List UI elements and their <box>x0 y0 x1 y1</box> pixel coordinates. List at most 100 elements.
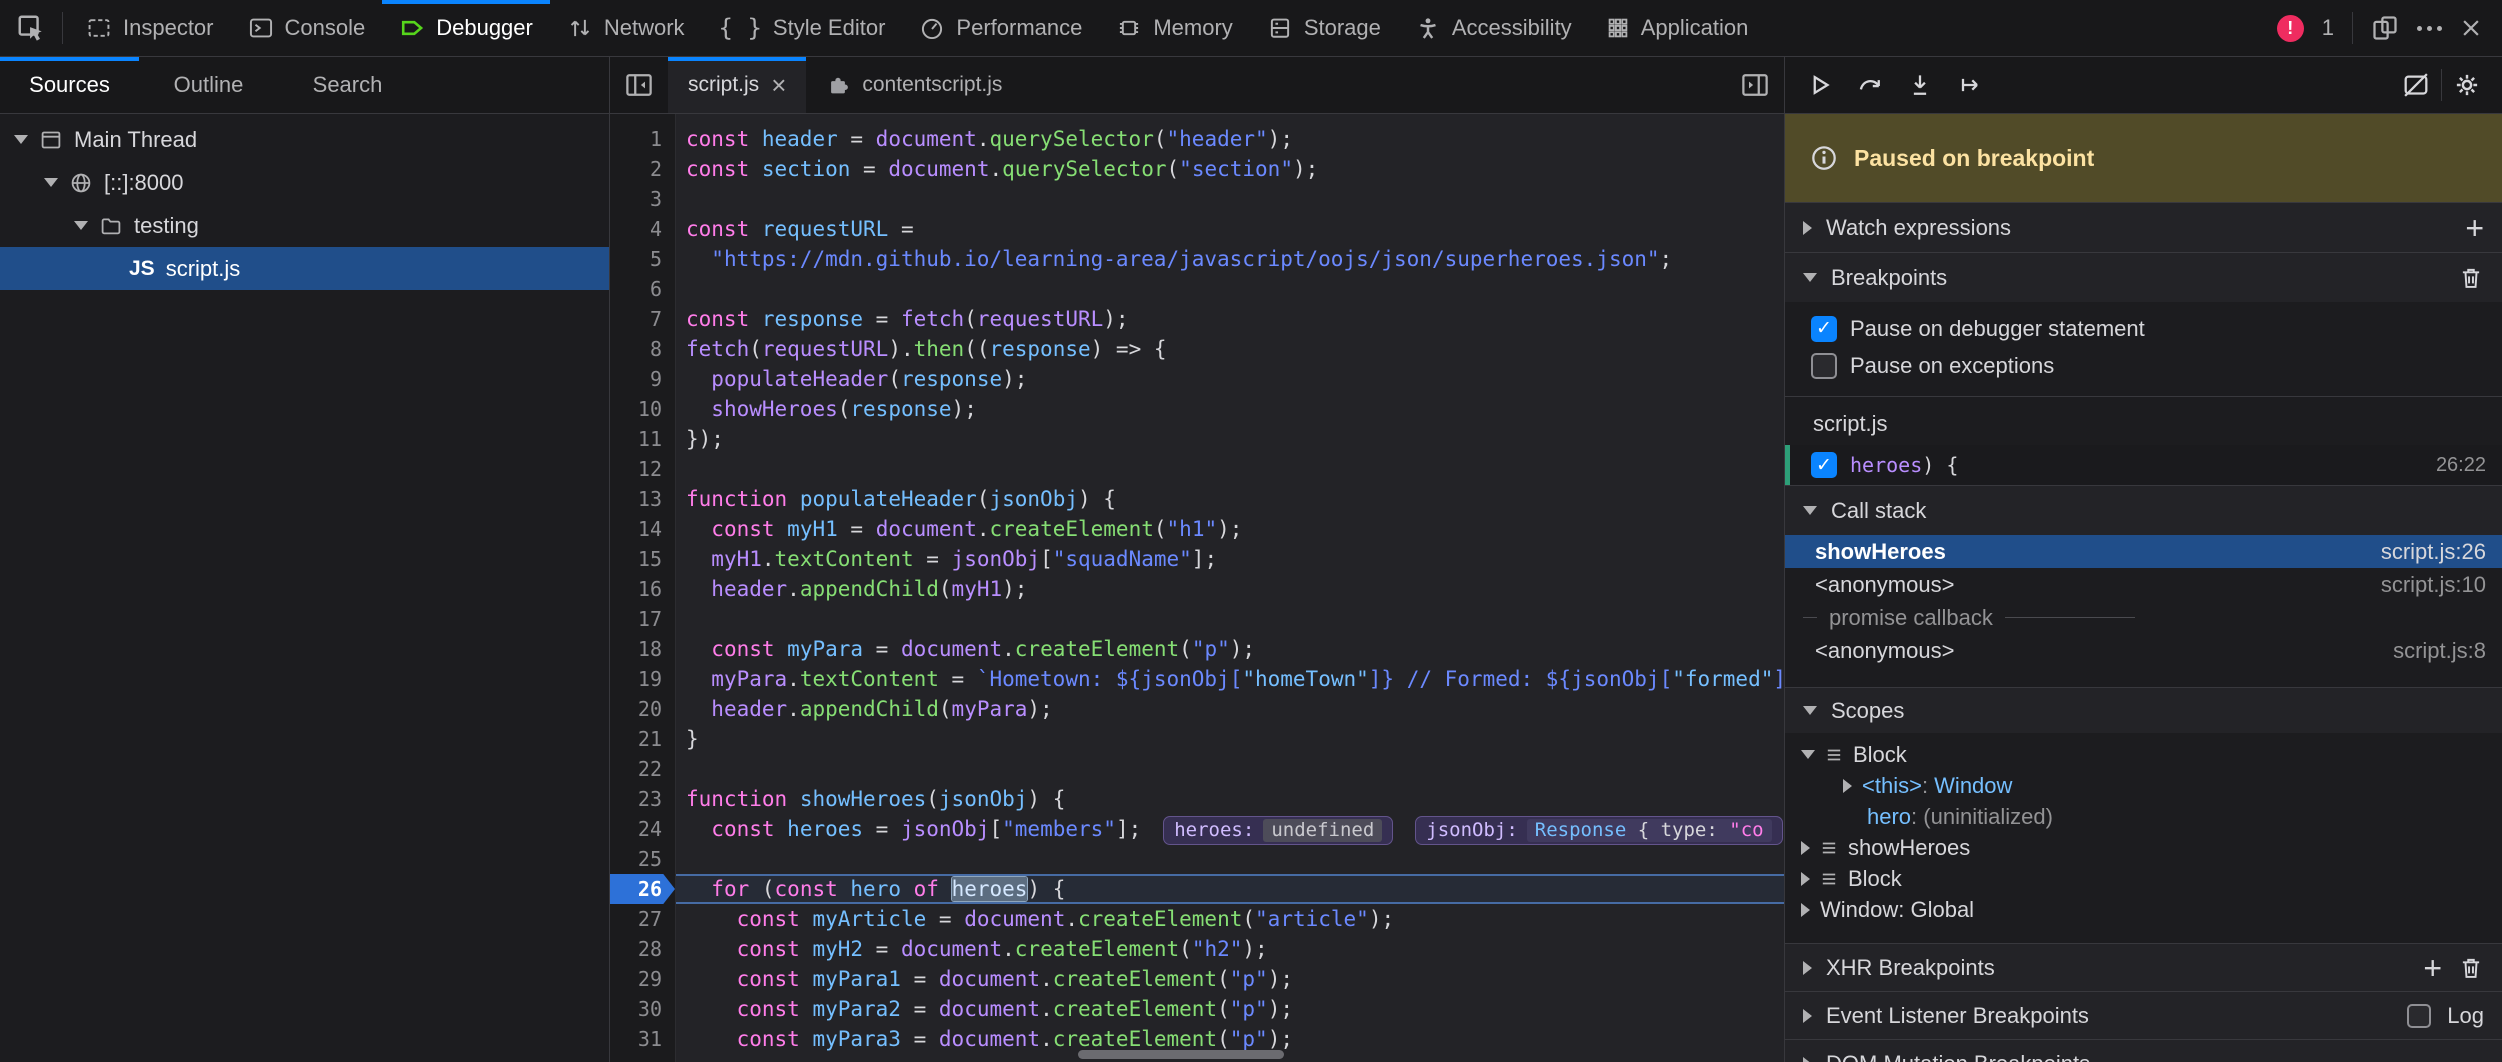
breakpoint-option[interactable]: Pause on exceptions <box>1785 347 2502 384</box>
tab-search[interactable]: Search <box>278 57 417 113</box>
code-line[interactable] <box>676 454 1784 484</box>
line-number[interactable]: 7 <box>610 304 675 334</box>
expand-panel-right-button[interactable] <box>1726 57 1784 113</box>
inline-preview-pill[interactable]: jsonObj:Response { type: "co <box>1415 816 1782 845</box>
code-line[interactable]: }); <box>676 424 1784 454</box>
collapse-sources-panel-button[interactable] <box>610 57 668 113</box>
code-line[interactable]: function showHeroes(jsonObj) { <box>676 784 1784 814</box>
chevron-right-icon[interactable] <box>1801 872 1810 886</box>
line-number[interactable]: 24 <box>610 814 675 844</box>
horizontal-scrollbar-thumb[interactable] <box>1078 1050 1284 1059</box>
line-number[interactable]: 22 <box>610 754 675 784</box>
line-number[interactable]: 27 <box>610 904 675 934</box>
code-line[interactable]: header.appendChild(myPara); <box>676 694 1784 724</box>
checkbox[interactable]: ✓ <box>1811 316 1837 342</box>
step-in-button[interactable] <box>1895 57 1945 113</box>
tree-item-testing[interactable]: testing <box>0 204 609 247</box>
line-number[interactable]: 15 <box>610 544 675 574</box>
line-number[interactable]: 23 <box>610 784 675 814</box>
line-number[interactable]: 18 <box>610 634 675 664</box>
editor-tab-script-js[interactable]: script.js× <box>668 57 806 113</box>
code-line[interactable]: const myPara = document.createElement("p… <box>676 634 1784 664</box>
code-line[interactable]: const requestURL = <box>676 214 1784 244</box>
chevron-down-icon[interactable] <box>14 135 28 144</box>
tab-application[interactable]: Application <box>1589 0 1766 56</box>
line-number[interactable]: 9 <box>610 364 675 394</box>
inline-preview-pill[interactable]: heroes:undefined <box>1163 816 1393 845</box>
code-line[interactable]: function populateHeader(jsonObj) { <box>676 484 1784 514</box>
code-line[interactable]: populateHeader(response); <box>676 364 1784 394</box>
code-line[interactable] <box>676 844 1784 874</box>
meatball-menu-icon[interactable] <box>2417 26 2442 31</box>
breakpoints-header[interactable]: Breakpoints <box>1785 252 2502 302</box>
editor-gutter[interactable]: 1234567891011121314151617181920212223242… <box>610 114 676 1062</box>
responsive-design-icon[interactable] <box>2371 14 2399 42</box>
scope-row[interactable]: Block <box>1785 863 2502 894</box>
settings-gear-icon[interactable] <box>2442 57 2492 113</box>
tab-memory[interactable]: Memory <box>1099 0 1249 56</box>
error-badge-icon[interactable]: ! <box>2277 15 2304 42</box>
chevron-right-icon[interactable] <box>1843 779 1852 793</box>
chevron-down-icon[interactable] <box>1801 750 1815 759</box>
scopes-header[interactable]: Scopes <box>1785 687 2502 733</box>
chevron-right-icon[interactable] <box>1801 903 1810 917</box>
line-number[interactable]: 20 <box>610 694 675 724</box>
line-number[interactable]: 5 <box>610 244 675 274</box>
code-line[interactable]: myPara.textContent = `Hometown: ${jsonOb… <box>676 664 1784 694</box>
pick-element-button[interactable] <box>0 0 62 56</box>
line-number[interactable]: 3 <box>610 184 675 214</box>
code-line[interactable]: fetch(requestURL).then((response) => { <box>676 334 1784 364</box>
code-line[interactable]: const response = fetch(requestURL); <box>676 304 1784 334</box>
line-number[interactable]: 6 <box>610 274 675 304</box>
scope-row[interactable]: showHeroes <box>1785 832 2502 863</box>
event-listener-breakpoints-header[interactable]: Event Listener Breakpoints Log <box>1785 991 2502 1039</box>
tab-console[interactable]: Console <box>231 0 383 56</box>
code-line[interactable]: const myPara2 = document.createElement("… <box>676 994 1784 1024</box>
code-editor[interactable]: 1234567891011121314151617181920212223242… <box>610 114 1784 1062</box>
line-number[interactable]: 25 <box>610 844 675 874</box>
call-stack-frame[interactable]: showHeroesscript.js:26 <box>1785 535 2502 568</box>
editor-code[interactable]: const header = document.querySelector("h… <box>676 114 1784 1062</box>
code-line[interactable]: const myH2 = document.createElement("h2"… <box>676 934 1784 964</box>
tab-storage[interactable]: Storage <box>1250 0 1398 56</box>
line-number[interactable]: 17 <box>610 604 675 634</box>
line-number[interactable]: 14 <box>610 514 675 544</box>
line-number[interactable]: 31 <box>610 1024 675 1054</box>
line-number[interactable]: 11 <box>610 424 675 454</box>
tab-debugger[interactable]: Debugger <box>382 0 550 56</box>
line-number[interactable]: 4 <box>610 214 675 244</box>
line-number[interactable]: 29 <box>610 964 675 994</box>
line-number[interactable]: 16 <box>610 574 675 604</box>
line-number[interactable]: 12 <box>610 454 675 484</box>
line-number[interactable]: 19 <box>610 664 675 694</box>
line-number[interactable]: 10 <box>610 394 675 424</box>
code-line[interactable]: const section = document.querySelector("… <box>676 154 1784 184</box>
code-line[interactable]: showHeroes(response); <box>676 394 1784 424</box>
step-out-button[interactable] <box>1945 57 1995 113</box>
add-xhr-breakpoint-button[interactable]: + <box>2423 952 2442 984</box>
tree-item-main-thread[interactable]: Main Thread <box>0 118 609 161</box>
code-line[interactable]: for (const hero of heroes) { <box>676 874 1784 904</box>
line-number[interactable]: 28 <box>610 934 675 964</box>
code-line[interactable]: "https://mdn.github.io/learning-area/jav… <box>676 244 1784 274</box>
tab-outline[interactable]: Outline <box>139 57 278 113</box>
remove-xhr-breakpoints-trash-icon[interactable] <box>2458 955 2484 981</box>
add-watch-expression-button[interactable]: + <box>2465 212 2484 244</box>
chevron-right-icon[interactable] <box>1801 841 1810 855</box>
call-stack-frame[interactable]: <anonymous>script.js:8 <box>1785 634 2502 667</box>
code-line[interactable]: const heroes = jsonObj["members"];heroes… <box>676 814 1784 844</box>
code-line[interactable] <box>676 184 1784 214</box>
scope-row[interactable]: Block <box>1785 739 2502 770</box>
step-over-button[interactable] <box>1845 57 1895 113</box>
code-line[interactable]: const myArticle = document.createElement… <box>676 904 1784 934</box>
code-line[interactable] <box>676 604 1784 634</box>
call-stack-header[interactable]: Call stack <box>1785 485 2502 535</box>
code-line[interactable] <box>676 754 1784 784</box>
code-line[interactable]: myH1.textContent = jsonObj["squadName"]; <box>676 544 1784 574</box>
line-number[interactable]: 21 <box>610 724 675 754</box>
ignore-source-button[interactable] <box>2391 57 2441 113</box>
paused-line-marker[interactable]: 26 <box>610 874 675 904</box>
xhr-breakpoints-header[interactable]: XHR Breakpoints + <box>1785 943 2502 991</box>
tree-item--8000[interactable]: [::]:8000 <box>0 161 609 204</box>
close-devtools-icon[interactable] <box>2460 17 2482 39</box>
